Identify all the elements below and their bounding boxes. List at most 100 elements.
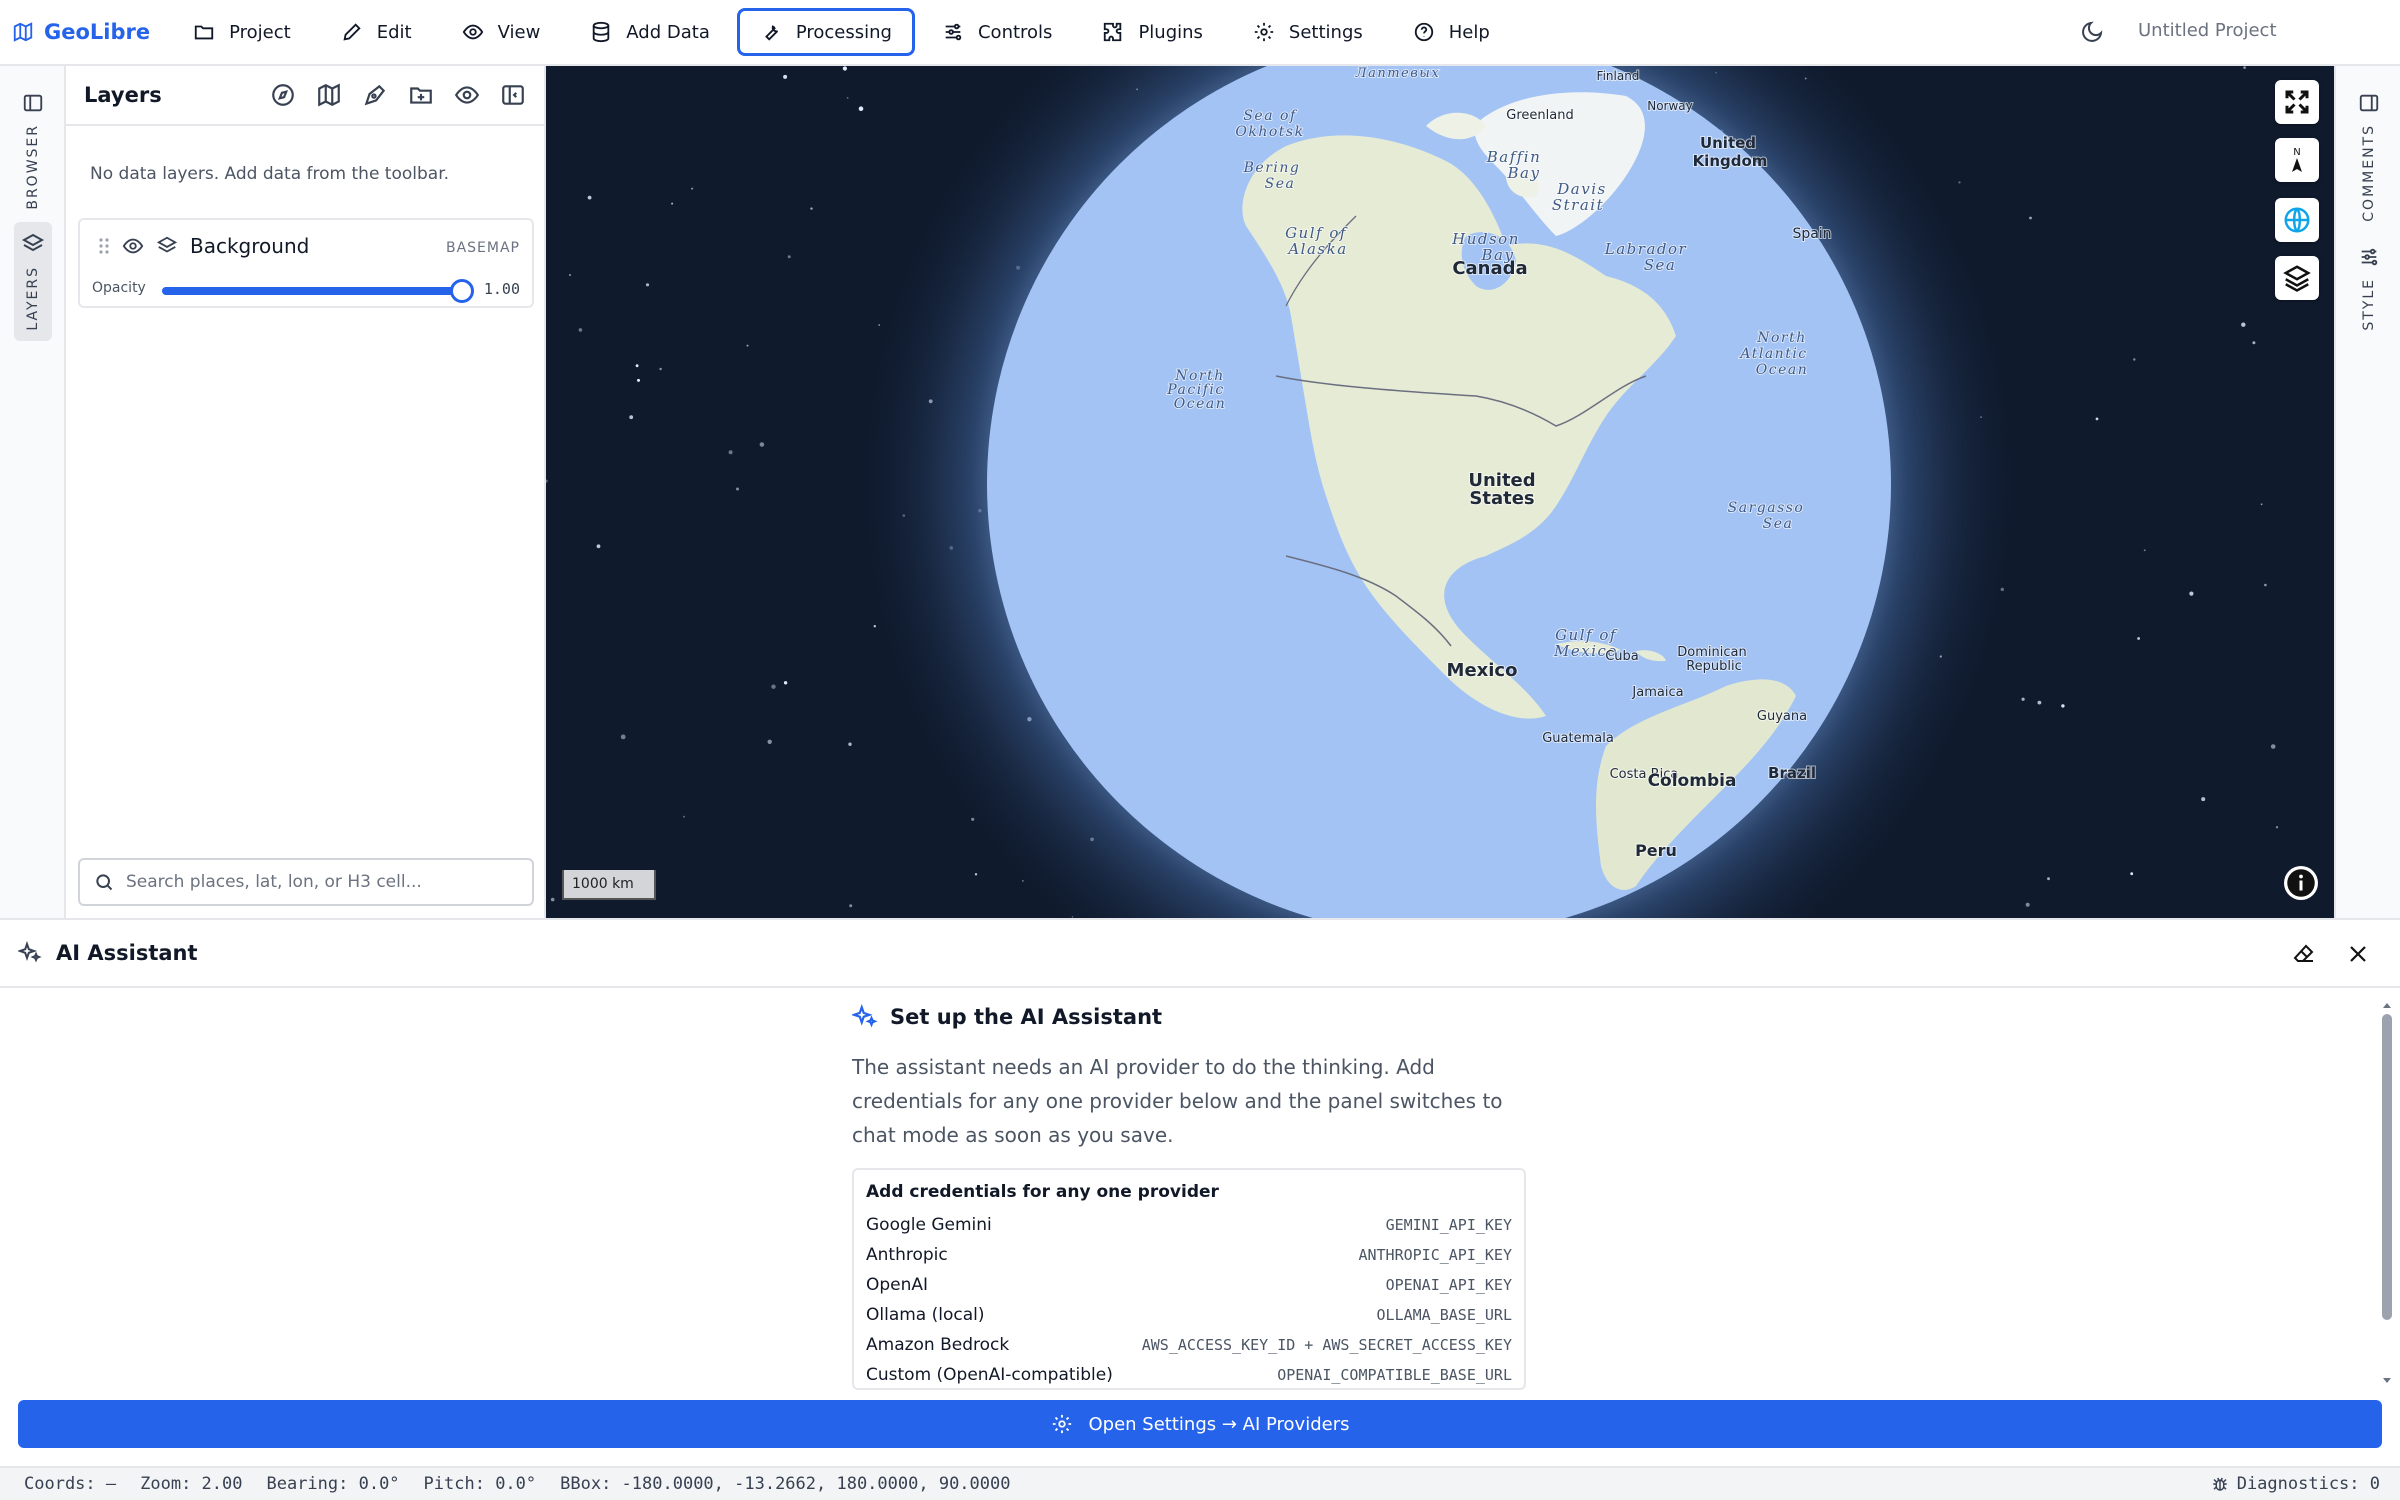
brand[interactable]: GeoLibre [12,20,150,44]
sparkles-icon [18,941,42,965]
drag-handle-icon[interactable] [98,236,110,256]
star [629,415,634,420]
opacity-slider-fill [162,287,462,295]
north-arrow-icon: N [2285,145,2309,175]
basemap-layers-button[interactable] [2275,256,2319,300]
menu-plugins[interactable]: Plugins [1079,8,1225,56]
map-label-sea-okhotsk-2: Okhotsk [1235,124,1304,140]
map-label-peru: Peru [1635,841,1677,860]
menu-help[interactable]: Help [1390,8,1513,56]
star [759,442,765,447]
status-bbox: BBox: -180.0000, -13.2662, 180.0000, 90.… [560,1474,1011,1494]
search-input[interactable] [126,872,506,892]
search-icon [94,872,114,892]
provider-row: OpenAI OPENAI_API_KEY [866,1270,1512,1300]
map-label-davis-2: Strait [1552,196,1604,214]
scrollbar-thumb[interactable] [2382,1014,2392,1320]
collapse-panel-icon[interactable] [500,82,526,108]
draw-pen-icon[interactable] [362,82,388,108]
svg-text:N: N [2293,147,2300,158]
layers-panel: Layers No data layers. Add data from the… [66,66,546,918]
provider-env-key: OLLAMA_BASE_URL [1376,1306,1512,1324]
globe-projection-button[interactable] [2275,198,2319,242]
menu-label: Settings [1288,21,1363,43]
setup-title: Set up the AI Assistant [890,1005,1163,1029]
provider-name: Google Gemini [866,1215,992,1235]
star [2130,872,2134,876]
scroll-up-icon [2383,1003,2391,1008]
map-label-cuba: Cuba [1605,649,1639,664]
menu-edit[interactable]: Edit [318,8,435,56]
map-label-guyana: Guyana [1757,709,1807,724]
star [783,74,788,79]
layers-icon [156,235,178,257]
opacity-slider[interactable] [162,279,474,303]
star [596,544,601,549]
panel-icon [2358,92,2380,114]
status-bar: Coords: — Zoom: 2.00 Bearing: 0.0° Pitch… [0,1466,2400,1500]
map-label-canada: Canada [1452,258,1527,279]
map-view[interactable]: Лаптевых Finland Norway Greenland United King… [546,66,2334,918]
provider-row: Google Gemini GEMINI_API_KEY [866,1210,1512,1240]
eraser-icon[interactable] [2292,942,2316,966]
rail-tab-comments[interactable]: COMMENTS [2350,82,2388,232]
diagnostics[interactable]: Diagnostics: 0 [2211,1474,2380,1494]
moon-icon[interactable] [2080,20,2104,44]
star [2047,877,2050,881]
menu-processing[interactable]: Processing [736,8,915,56]
compass-reset-button[interactable]: N [2275,138,2319,182]
menu-view[interactable]: View [439,8,564,56]
star [2201,797,2206,802]
globe-icon [2282,205,2312,235]
menu-settings[interactable]: Settings [1230,8,1386,56]
map-label-labrador-2: Sea [1644,256,1677,274]
empty-layers-message: No data layers. Add data from the toolba… [90,164,450,184]
open-settings-button[interactable]: Open Settings → AI Providers [18,1400,2382,1448]
map-label-norway: Norway [1647,99,1693,113]
provider-row: Custom (OpenAI-compatible) OPENAI_COMPATI… [866,1360,1512,1388]
rail-tab-style[interactable]: STYLE [2350,236,2388,341]
provider-name: Custom (OpenAI-compatible) [866,1365,1113,1385]
eye-icon[interactable] [454,82,480,108]
map-label-nao-1: North [1756,330,1807,346]
status-coords: Coords: — [24,1474,117,1494]
star [787,255,791,259]
opacity-slider-thumb[interactable] [450,279,474,303]
providers-list: Add credentials for any one provider Goo… [852,1168,1526,1390]
star [771,684,776,689]
star [2133,358,2136,361]
menu-controls[interactable]: Controls [919,8,1075,56]
map-label-npo-3: Ocean [1174,396,1226,412]
rail-tab-layers[interactable]: LAYERS [14,222,52,341]
provider-row: Amazon Bedrock AWS_ACCESS_KEY_ID + AWS_SE… [866,1330,1512,1360]
project-name: Untitled Project [2138,20,2277,41]
eye-icon[interactable] [122,235,144,257]
close-icon[interactable] [2346,942,2370,966]
layers-icon [21,232,45,256]
layer-item-background[interactable]: Background BASEMAP Opacity 1.00 [78,218,534,308]
attribution-button[interactable] [2284,866,2318,900]
map-label-nao-2: Atlantic [1738,346,1807,362]
map-label-brazil: Brazil [1768,764,1816,782]
menu-project[interactable]: Project [170,8,314,56]
map-label-gulf-alaska-2: Alaska [1286,240,1347,258]
wrench-icon [760,21,782,43]
fullscreen-button[interactable] [2275,80,2319,124]
folder-plus-icon[interactable] [408,82,434,108]
star [550,897,555,902]
star [858,106,864,111]
menu-add-data[interactable]: Add Data [567,8,733,56]
provider-row: Anthropic ANTHROPIC_API_KEY [866,1240,1512,1270]
rail-tab-browser[interactable]: BROWSER [14,82,52,220]
layers-header: Layers [66,66,544,126]
map-label-bering-2: Sea [1265,176,1296,192]
map-icon[interactable] [316,82,342,108]
menu-label: Controls [977,21,1053,43]
sliders-icon [2358,246,2380,268]
gear-icon [1051,1413,1073,1435]
scrollbar[interactable] [2380,998,2394,1388]
help-circle-icon [1413,21,1435,43]
pencil-icon [341,21,363,43]
compass-icon[interactable] [270,82,296,108]
opacity-value: 1.00 [483,280,520,298]
